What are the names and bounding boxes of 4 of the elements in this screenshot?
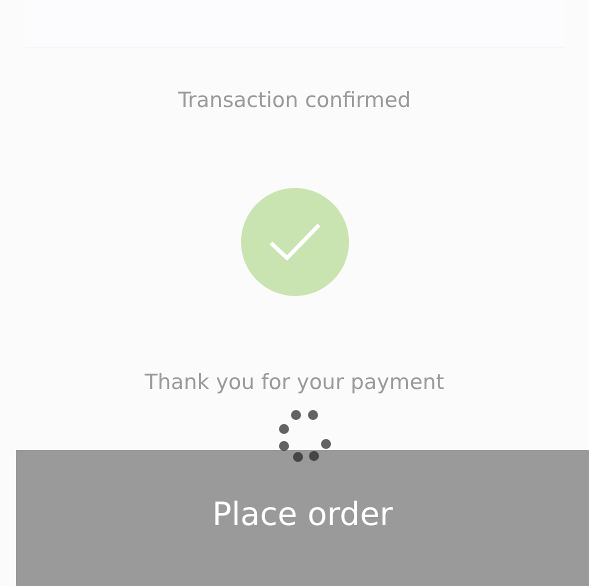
checkmark-icon — [268, 221, 322, 263]
payment-message: Thank you for your payment — [144, 369, 444, 396]
confirmation-title: Transaction confirmed — [178, 87, 411, 114]
place-order-button[interactable]: Place order — [16, 450, 589, 586]
